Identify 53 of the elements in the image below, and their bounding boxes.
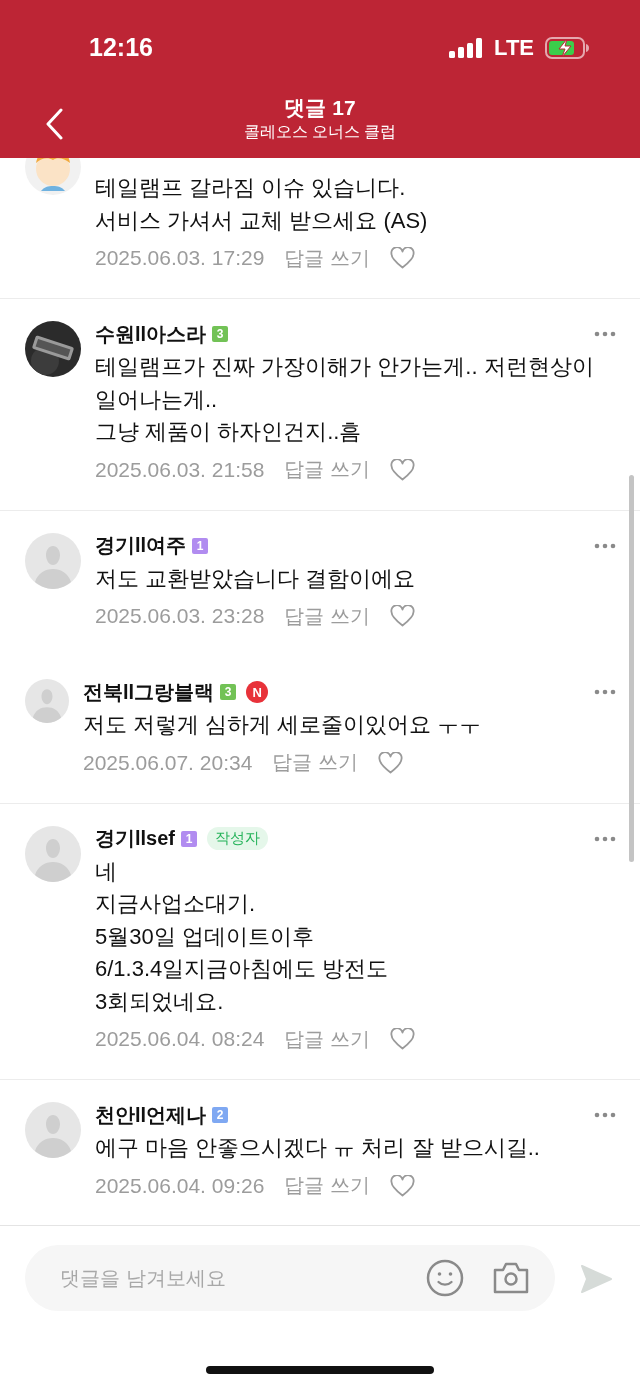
comment-text: 에구 마음 안좋으시겠다 ㅠ 처리 잘 받으시길.. xyxy=(95,1134,541,1162)
author-tag: 작성자 xyxy=(207,827,269,850)
author-name[interactable]: 경기llsef xyxy=(95,825,176,852)
level-badge: 1 xyxy=(181,830,198,847)
new-badge: N xyxy=(246,681,269,703)
more-icon[interactable] xyxy=(594,835,616,842)
comment-date: 2025.06.07. 20:34 xyxy=(83,750,253,775)
heart-icon[interactable] xyxy=(377,751,403,774)
level-badge: 2 xyxy=(212,1107,229,1123)
reply-link[interactable]: 답글 쓰기 xyxy=(284,602,370,630)
author-name[interactable]: 전북ll그랑블랙 xyxy=(83,678,215,706)
reply-link[interactable]: 답글 쓰기 xyxy=(284,244,370,272)
author-name[interactable]: 천안ll언제나 xyxy=(95,1101,207,1129)
more-icon[interactable] xyxy=(594,689,616,695)
status-time: 12:16 xyxy=(89,33,153,62)
camera-icon[interactable] xyxy=(492,1261,530,1295)
back-icon[interactable] xyxy=(45,108,63,140)
heart-icon[interactable] xyxy=(389,605,415,627)
page-title: 댓글 17 xyxy=(283,95,357,121)
more-icon[interactable] xyxy=(594,1112,616,1118)
comment-text: 테일램프 갈라짐 이슈 있습니다. 서비스 가셔서 교체 받으세요 (AS) xyxy=(95,174,429,235)
reply-link[interactable]: 답글 쓰기 xyxy=(284,1172,370,1199)
reply-link[interactable]: 답글 쓰기 xyxy=(284,456,370,483)
send-icon[interactable] xyxy=(580,1264,612,1294)
comment-date: 2025.06.03. 23:28 xyxy=(95,604,265,628)
comment-text: 저도 저렇게 심하게 세로줄이있어요 ㅜㅜ xyxy=(83,711,483,739)
page-subtitle: 콜레오스 오너스 클럽 xyxy=(243,122,397,142)
more-icon[interactable] xyxy=(594,331,616,337)
heart-icon[interactable] xyxy=(389,247,415,269)
author-name[interactable]: 경기ll여주 xyxy=(95,532,187,559)
reply-link[interactable]: 답글 쓰기 xyxy=(272,749,358,776)
scrollbar[interactable] xyxy=(629,475,634,862)
comment-text: 테일램프가 진짜 가장이해가 안가는게.. 저런현상이 일어나는게.. 그냥 제품이 하자인건지..흠 xyxy=(95,353,595,446)
level-badge: 3 xyxy=(220,684,237,700)
comment-text: 네 지금사업소대기. 5월30일 업데이트이후 6/1.3.4일지금아침에도 방전도 3회되었네요. xyxy=(95,857,390,1016)
comment-date: 2025.06.03. 21:58 xyxy=(95,457,265,482)
level-badge: 3 xyxy=(212,326,229,342)
comment-date: 2025.06.03. 17:29 xyxy=(95,246,265,270)
network-label: LTE xyxy=(494,34,534,61)
comment-text: 저도 교환받았습니다 결함이에요 xyxy=(95,564,417,593)
signal-icon xyxy=(449,37,484,58)
heart-icon[interactable] xyxy=(389,458,415,481)
comment-date: 2025.06.04. 09:26 xyxy=(95,1173,265,1198)
more-icon[interactable] xyxy=(594,542,616,549)
comment-input[interactable]: 댓글을 남겨보세요 xyxy=(25,1245,555,1311)
comment-date: 2025.06.04. 08:24 xyxy=(95,1027,265,1051)
battery-icon xyxy=(545,36,590,59)
level-badge: 1 xyxy=(192,537,209,554)
emoji-icon[interactable] xyxy=(426,1259,464,1297)
heart-icon[interactable] xyxy=(389,1174,415,1197)
heart-icon[interactable] xyxy=(389,1028,415,1050)
author-name[interactable]: 수원ll아스라 xyxy=(95,320,207,348)
reply-link[interactable]: 답글 쓰기 xyxy=(284,1025,370,1053)
